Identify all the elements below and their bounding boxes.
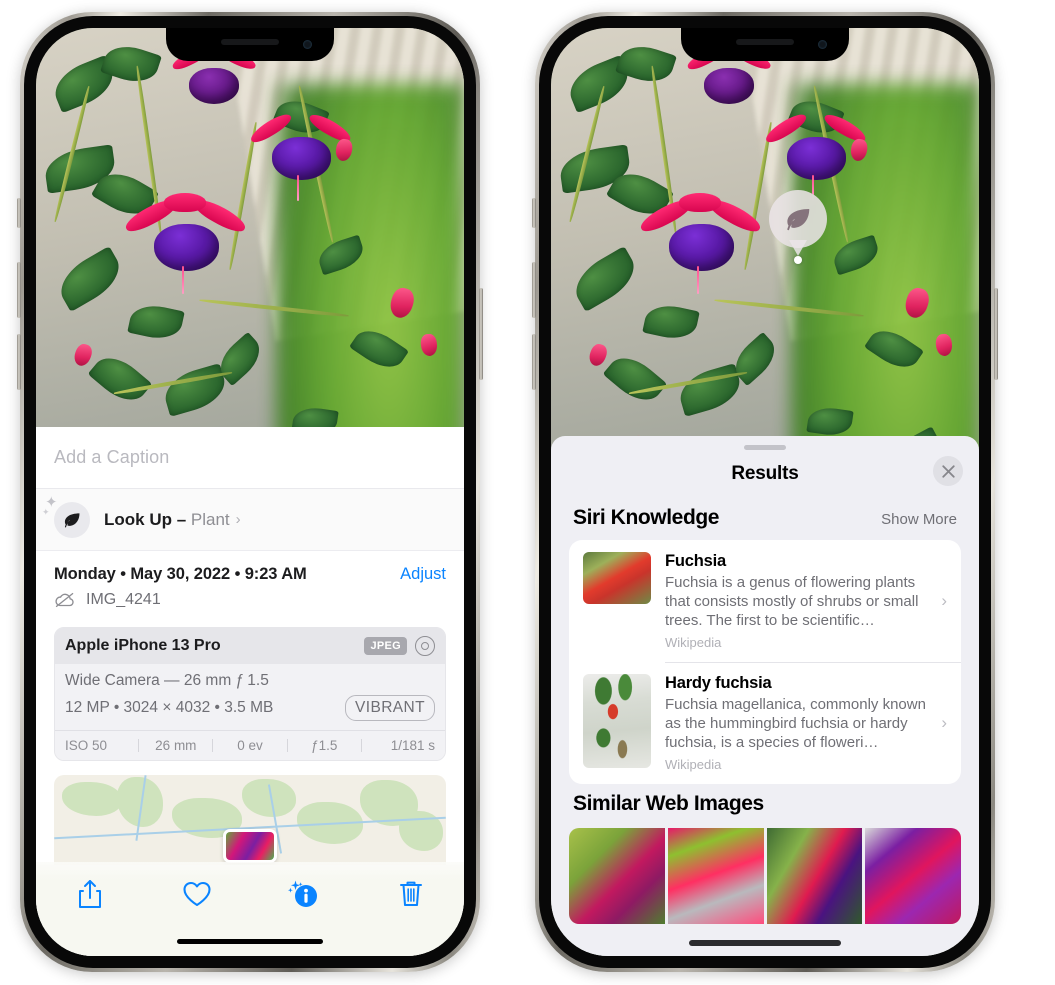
result-source: Wikipedia: [665, 635, 722, 651]
result-description: Fuchsia is a genus of flowering plants t…: [665, 574, 919, 630]
info-icon: [287, 880, 317, 907]
web-image-thumbnail[interactable]: [667, 828, 764, 925]
vibrant-badge: VIBRANT: [345, 695, 435, 721]
notch: [681, 28, 849, 61]
visual-lookup-results-sheet: Results Siri Knowledge Show More Fuchsia…: [551, 436, 979, 956]
web-image-thumbnail[interactable]: [569, 828, 665, 925]
volume-up-button[interactable]: [532, 262, 536, 318]
exif-shutter: 1/181 s: [390, 738, 436, 753]
result-thumbnail: [583, 674, 651, 769]
pin-tail: [789, 240, 807, 256]
volume-down-button[interactable]: [17, 334, 21, 390]
photo-metadata-block: Monday • May 30, 2022 • 9:23 AM Adjust I…: [36, 551, 464, 619]
show-more-button[interactable]: Show More: [881, 511, 957, 528]
leaf-icon: [787, 209, 810, 231]
camera-card-header: Apple iPhone 13 Pro JPEG: [55, 628, 445, 664]
result-title: Hardy fuchsia: [665, 674, 772, 693]
trash-icon: [399, 881, 422, 906]
earpiece-speaker: [736, 39, 794, 45]
visual-lookup-pin[interactable]: [769, 190, 827, 264]
home-indicator[interactable]: [689, 940, 841, 946]
camera-device-name: Apple iPhone 13 Pro: [65, 637, 221, 654]
info-button[interactable]: [277, 874, 331, 914]
results-header: Results: [551, 450, 979, 498]
left-phone-device: Add a Caption ✦ ✦ Look Up – Plant › Mond…: [17, 12, 483, 972]
notch: [166, 28, 334, 61]
leaf-icon: [64, 512, 80, 527]
left-phone-screen: Add a Caption ✦ ✦ Look Up – Plant › Mond…: [36, 28, 464, 956]
exif-iso: ISO 50: [65, 738, 108, 753]
chevron-right-icon: ›: [235, 511, 241, 528]
right-phone-screen: Results Siri Knowledge Show More Fuchsia…: [551, 28, 979, 956]
silent-switch[interactable]: [532, 198, 536, 228]
exif-focal: 26 mm: [155, 738, 197, 753]
pin-dot: [794, 256, 802, 264]
result-description: Fuchsia magellanica, commonly known as t…: [665, 696, 926, 752]
chevron-right-icon: ›: [941, 591, 947, 611]
web-image-thumbnail[interactable]: [766, 828, 863, 925]
results-title: Results: [731, 463, 799, 484]
list-item[interactable]: Fuchsia Fuchsia is a genus of flowering …: [569, 540, 961, 662]
side-power-button[interactable]: [994, 288, 998, 380]
similar-web-images-header: Similar Web Images: [551, 784, 979, 818]
right-phone-device: Results Siri Knowledge Show More Fuchsia…: [532, 12, 998, 972]
web-image-thumbnail[interactable]: [865, 828, 961, 925]
sparkle-small-icon: ✦: [42, 506, 50, 517]
similar-web-images-row[interactable]: [569, 828, 961, 925]
look-up-subject: Plant: [190, 509, 230, 529]
photo-toolbar: [36, 862, 464, 956]
share-button[interactable]: [63, 874, 117, 914]
siri-knowledge-card: Fuchsia Fuchsia is a genus of flowering …: [569, 540, 961, 785]
list-item[interactable]: Hardy fuchsia Fuchsia magellanica, commo…: [569, 662, 961, 784]
front-camera: [303, 40, 312, 49]
chevron-right-icon: ›: [941, 713, 947, 733]
result-source: Wikipedia: [665, 757, 722, 773]
front-camera: [818, 40, 827, 49]
silent-switch[interactable]: [17, 198, 21, 228]
look-up-label: Look Up – Plant: [104, 510, 230, 530]
result-title: Fuchsia: [665, 552, 726, 570]
image-specs: 12 MP • 3024 × 4032 • 3.5 MB: [65, 699, 274, 716]
share-icon: [78, 880, 101, 908]
location-map[interactable]: [54, 775, 446, 865]
close-button[interactable]: [933, 456, 963, 486]
delete-button[interactable]: [384, 874, 438, 914]
exif-aperture: ƒ1.5: [311, 738, 338, 753]
format-badge: JPEG: [364, 637, 407, 655]
home-indicator[interactable]: [177, 939, 323, 944]
right-phone-bezel: Results Siri Knowledge Show More Fuchsia…: [539, 16, 991, 968]
camera-info-card[interactable]: Apple iPhone 13 Pro JPEG Wide Camera — 2…: [54, 627, 446, 761]
list-divider: [665, 662, 961, 664]
left-phone-bezel: Add a Caption ✦ ✦ Look Up – Plant › Mond…: [24, 16, 476, 968]
lens-info: Wide Camera — 26 mm ƒ 1.5: [65, 672, 269, 689]
photo-date: Monday • May 30, 2022 • 9:23 AM: [54, 565, 307, 583]
aperture-icon: [415, 636, 435, 656]
favorite-button[interactable]: [170, 874, 224, 914]
earpiece-speaker: [221, 39, 279, 45]
similar-web-images-title: Similar Web Images: [573, 792, 764, 816]
close-icon: [941, 464, 955, 478]
cloud-slash-icon: [55, 592, 74, 608]
exif-row: ISO 50 26 mm 0 ev ƒ1.5 1/181 s: [55, 730, 445, 760]
photo-info-sheet: Add a Caption ✦ ✦ Look Up – Plant › Mond…: [36, 427, 464, 956]
siri-knowledge-header: Siri Knowledge Show More: [551, 498, 979, 540]
look-up-badge: ✦ ✦: [42, 495, 90, 538]
adjust-button[interactable]: Adjust: [400, 565, 446, 584]
map-photo-pin: [223, 829, 277, 863]
camera-card-body: Wide Camera — 26 mm ƒ 1.5 12 MP • 3024 ×…: [55, 664, 445, 730]
caption-field-row[interactable]: Add a Caption: [36, 427, 464, 489]
exif-ev: 0 ev: [237, 738, 263, 753]
volume-up-button[interactable]: [17, 262, 21, 318]
side-power-button[interactable]: [479, 288, 483, 380]
look-up-row[interactable]: ✦ ✦ Look Up – Plant ›: [36, 489, 464, 551]
caption-placeholder: Add a Caption: [54, 447, 170, 467]
look-up-prefix: Look Up –: [104, 509, 191, 529]
heart-icon: [182, 881, 211, 907]
volume-down-button[interactable]: [532, 334, 536, 390]
screenshot-stage: Add a Caption ✦ ✦ Look Up – Plant › Mond…: [0, 0, 1055, 985]
result-thumbnail: [583, 552, 651, 604]
photo-filename: IMG_4241: [86, 591, 161, 608]
siri-knowledge-title: Siri Knowledge: [573, 506, 720, 529]
